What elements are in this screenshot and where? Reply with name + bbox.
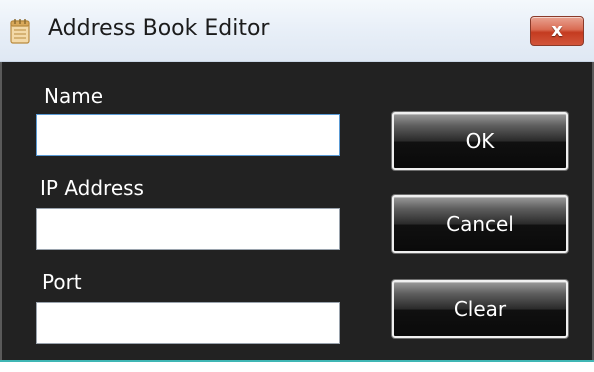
window-title: Address Book Editor — [48, 16, 270, 41]
close-icon: x — [551, 20, 563, 41]
clear-button-label: Clear — [453, 297, 507, 321]
close-button[interactable]: x — [530, 16, 584, 46]
name-input[interactable] — [36, 114, 340, 156]
window-bottom-border — [0, 360, 594, 372]
ok-button[interactable]: OK — [392, 112, 568, 170]
notepad-icon — [10, 19, 30, 44]
title-bar[interactable]: Address Book Editor x — [0, 0, 594, 62]
cancel-button[interactable]: Cancel — [392, 195, 568, 253]
address-book-editor-window: Address Book Editor x Name IP Address Po… — [0, 0, 594, 372]
ok-button-label: OK — [465, 129, 495, 153]
port-label: Port — [42, 270, 82, 294]
ip-address-input[interactable] — [36, 208, 340, 250]
port-input[interactable] — [36, 302, 340, 344]
clear-button[interactable]: Clear — [392, 280, 568, 338]
name-label: Name — [44, 84, 104, 108]
cancel-button-label: Cancel — [446, 212, 514, 236]
ip-address-label: IP Address — [40, 176, 144, 200]
